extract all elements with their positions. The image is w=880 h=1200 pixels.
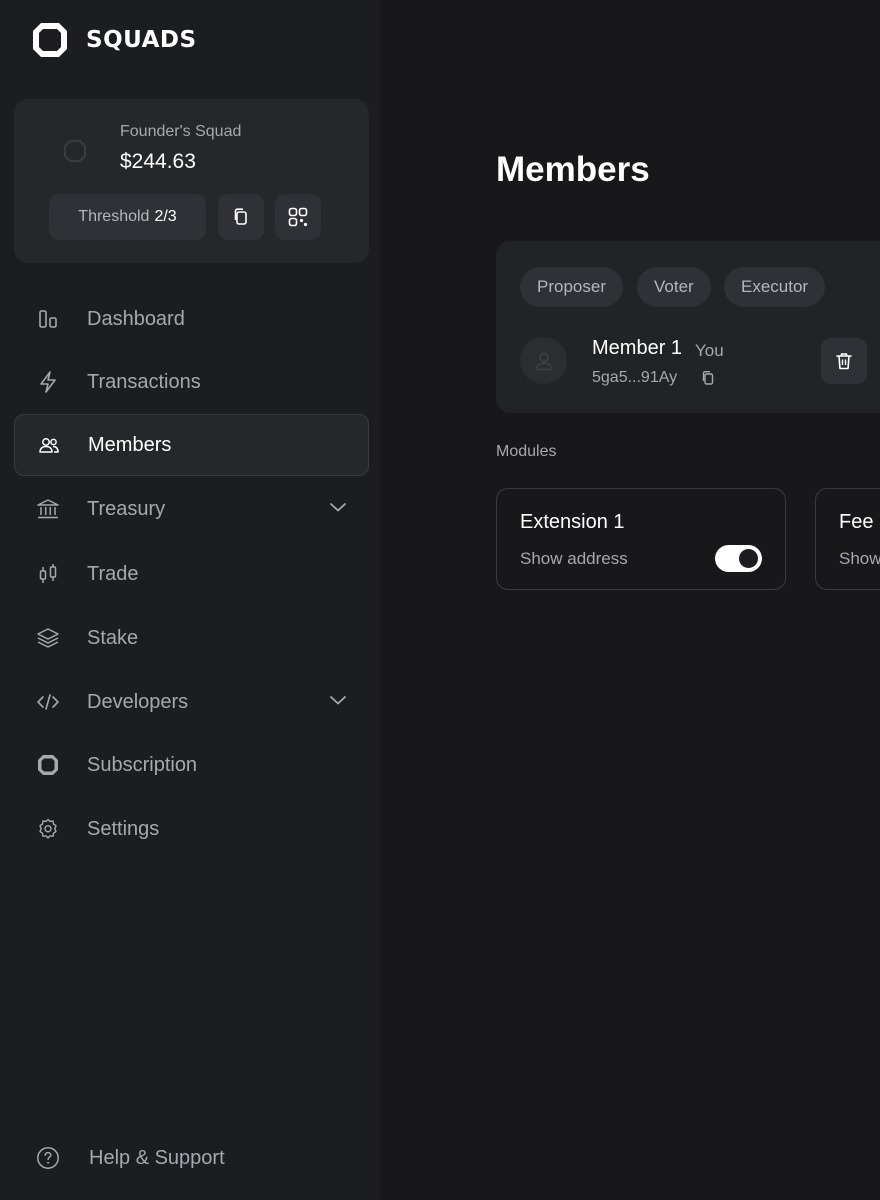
sidebar-item-dashboard[interactable]: Dashboard: [14, 288, 369, 350]
modules-section-label: Modules: [496, 443, 557, 460]
user-icon: [535, 352, 552, 370]
squads-logo-icon: [36, 753, 60, 777]
help-icon: [37, 1147, 59, 1169]
logo-wordmark: SQUADS: [86, 27, 197, 53]
sidebar-item-label: Settings: [87, 817, 160, 840]
users-icon: [37, 433, 61, 457]
sidebar-item-members[interactable]: Members: [14, 414, 369, 476]
squad-avatar-icon: [63, 139, 87, 168]
module-card-extension-1: Extension 1 Show address: [496, 488, 786, 590]
sidebar-item-label: Developers: [87, 690, 189, 713]
threshold-button[interactable]: Threshold 2/3: [49, 194, 206, 240]
page-title: Members: [496, 150, 650, 189]
member-you-tag: You: [695, 341, 724, 360]
squad-name: Founder's Squad: [120, 123, 242, 140]
member-name: Member 1: [592, 337, 683, 359]
sidebar-item-transactions[interactable]: Transactions: [14, 351, 369, 413]
qr-code-icon: [288, 207, 308, 227]
role-chip-proposer[interactable]: Proposer: [520, 267, 623, 307]
qr-code-button[interactable]: [275, 194, 321, 240]
module-title: Extension 1: [520, 511, 625, 533]
remove-member-button[interactable]: [821, 338, 867, 384]
member-address: 5ga5...91Ay: [592, 369, 678, 386]
squad-balance: $244.63: [120, 150, 196, 173]
main-content: Members Proposer Voter Executor Member 1…: [380, 0, 880, 1200]
sidebar-item-stake[interactable]: Stake: [14, 607, 369, 669]
chevron-down-icon[interactable]: [329, 693, 347, 711]
candlestick-icon: [36, 562, 60, 586]
module-subtitle: Show address: [520, 549, 628, 568]
dashboard-icon: [36, 307, 60, 331]
help-support-link[interactable]: Help & Support: [36, 1146, 225, 1170]
role-chip-voter[interactable]: Voter: [637, 267, 711, 307]
toggle-knob: [739, 549, 758, 568]
sidebar-item-label: Transactions: [87, 370, 201, 393]
sidebar-item-label: Stake: [87, 626, 139, 649]
member-avatar: [520, 337, 567, 384]
copy-icon[interactable]: [700, 370, 716, 391]
chevron-down-icon[interactable]: [329, 500, 347, 518]
sidebar-item-label: Dashboard: [87, 307, 185, 330]
threshold-label: Threshold: [78, 208, 150, 225]
sidebar-item-developers[interactable]: Developers: [14, 671, 369, 733]
sidebar-item-treasury[interactable]: Treasury: [14, 478, 369, 540]
sidebar-item-label: Treasury: [87, 497, 166, 520]
module-card-fee: Fee Show: [815, 488, 880, 590]
sidebar-item-label: Subscription: [87, 753, 198, 776]
module-title: Fee: [839, 511, 874, 533]
sidebar-item-trade[interactable]: Trade: [14, 543, 369, 605]
trash-icon: [836, 353, 852, 370]
sidebar-item-subscription[interactable]: Subscription: [14, 734, 369, 796]
copy-address-button[interactable]: [218, 194, 264, 240]
app-logo[interactable]: SQUADS: [30, 20, 197, 60]
threshold-value: 2/3: [154, 208, 177, 225]
role-chip-executor[interactable]: Executor: [724, 267, 826, 307]
module-subtitle: Show: [839, 549, 880, 568]
bank-icon: [36, 497, 60, 521]
sidebar-item-label: Members: [88, 433, 172, 456]
lightning-icon: [36, 370, 60, 394]
squads-logo-icon: [33, 23, 67, 57]
gear-icon: [36, 817, 60, 841]
code-icon: [36, 690, 60, 714]
help-support-label: Help & Support: [89, 1146, 225, 1169]
layers-icon: [36, 626, 60, 650]
sidebar: SQUADS Founder's Squad $244.63 Threshold…: [0, 0, 380, 1200]
sidebar-item-settings[interactable]: Settings: [14, 798, 369, 860]
sidebar-item-label: Trade: [87, 562, 139, 585]
copy-icon: [234, 208, 247, 225]
show-address-toggle[interactable]: [715, 545, 762, 572]
